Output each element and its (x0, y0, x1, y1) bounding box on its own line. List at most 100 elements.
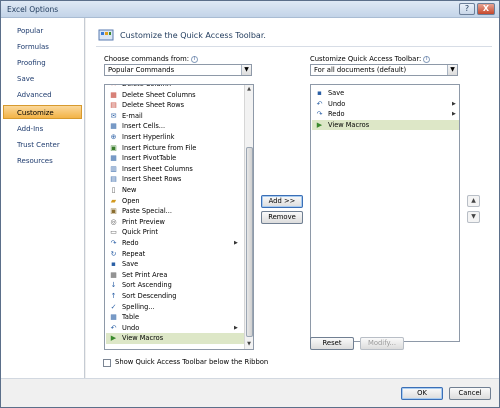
command-item-label: Sort Ascending (122, 281, 172, 290)
command-icon: ↷ (316, 110, 323, 119)
command-icon: ▦ (110, 313, 117, 322)
command-item-label: Undo (122, 323, 140, 332)
command-item[interactable]: ↷ Redo ▶ (106, 238, 244, 249)
command-icon: ▤ (110, 175, 117, 184)
scrollbar-thumb[interactable] (245, 147, 253, 337)
command-item[interactable]: ▦ Insert Cells... (106, 121, 244, 132)
sidebar-item-trust-center[interactable]: Trust Center (3, 138, 82, 152)
customize-toolbar-label: Customize Quick Access Toolbar: i (310, 55, 431, 63)
commands-list[interactable]: ✕ Delete Column ▦ Delete Sheet Columns ▤ Dele… (104, 84, 254, 350)
command-icon: ✕ (110, 84, 117, 88)
command-icon: ▣ (110, 207, 117, 216)
command-icon: ▶ (110, 334, 117, 343)
command-item-label: Delete Sheet Rows (122, 101, 185, 110)
command-item-label: Insert PivotTable (122, 154, 177, 163)
sidebar-item-advanced[interactable]: Advanced (3, 88, 82, 102)
excel-options-dialog: Excel Options ? X Popular Formulas Proof… (0, 0, 500, 408)
command-item[interactable]: ▤ Insert Sheet Rows (106, 174, 244, 185)
command-icon: ▪ (317, 89, 322, 97)
command-item-label: Open (122, 196, 140, 205)
command-icon: ✓ (110, 302, 117, 311)
modify-button[interactable]: Modify... (360, 337, 404, 350)
scroll-down-icon[interactable]: ▼ (245, 340, 253, 349)
customize-toolbar-dropdown[interactable]: For all documents (default) ▼ (310, 64, 458, 76)
move-down-button[interactable]: ▼ (467, 211, 480, 223)
command-icon: ⊕ (110, 133, 117, 141)
command-item[interactable]: ⊕ Insert Hyperlink (106, 132, 244, 143)
toolbar-command-item[interactable]: ↶ Undo ▶ (312, 99, 459, 110)
title-bar: Excel Options ? X (1, 1, 499, 18)
sidebar-item-save[interactable]: Save (3, 72, 82, 86)
toolbar-command-item[interactable]: ↷ Redo ▶ (312, 109, 459, 120)
command-icon: ◎ (110, 217, 117, 226)
choose-commands-dropdown[interactable]: Popular Commands ▼ (104, 64, 252, 76)
info-icon: i (423, 55, 431, 63)
command-item[interactable]: ↻ Repeat (106, 249, 244, 260)
command-item-label: Print Preview (122, 217, 165, 226)
chevron-down-icon[interactable]: ▼ (241, 65, 251, 75)
command-item[interactable]: ▶ View Macros (106, 333, 244, 344)
command-item[interactable]: ◎ Print Preview (106, 217, 244, 228)
add-button[interactable]: Add >> (261, 195, 303, 208)
command-item[interactable]: ✓ Spelling... (106, 302, 244, 313)
command-icon: ▥ (110, 164, 117, 173)
commands-list-scrollbar[interactable]: ▲ ▼ (244, 85, 253, 349)
customize-toolbar-text: Customize Quick Access Toolbar: (310, 55, 422, 63)
command-item[interactable]: ▯ New (106, 185, 244, 196)
help-button[interactable]: ? (459, 3, 475, 15)
toolbar-command-item-label: Undo (328, 99, 346, 108)
command-icon: ▣ (110, 143, 117, 152)
ok-button[interactable]: OK (401, 387, 443, 400)
choose-commands-value: Popular Commands (108, 66, 175, 74)
command-item[interactable]: ▥ Insert Sheet Columns (106, 164, 244, 175)
cancel-button[interactable]: Cancel (449, 387, 491, 400)
sidebar-item-add-ins[interactable]: Add-Ins (3, 122, 82, 136)
sidebar-item-popular[interactable]: Popular (3, 24, 82, 38)
command-icon: ▦ (110, 270, 117, 279)
scroll-up-icon[interactable]: ▲ (245, 85, 253, 94)
command-item[interactable]: ▪ Save (106, 259, 244, 270)
command-item[interactable]: ▦ Insert PivotTable (106, 153, 244, 164)
sidebar-item-formulas[interactable]: Formulas (3, 40, 82, 54)
move-up-button[interactable]: ▲ (467, 195, 480, 207)
command-item[interactable]: ▰ Open (106, 196, 244, 207)
close-button[interactable]: X (477, 3, 495, 15)
command-item[interactable]: ▦ Delete Sheet Columns (106, 90, 244, 101)
command-item[interactable]: ↶ Undo ▶ (106, 323, 244, 334)
sidebar-item-proofing[interactable]: Proofing (3, 56, 82, 70)
command-item-label: Redo (122, 239, 139, 247)
command-item[interactable]: ▣ Insert Picture from File (106, 143, 244, 154)
customize-panel: Customize the Quick Access Toolbar. Choo… (86, 18, 499, 378)
command-icon: ✉ (110, 111, 117, 120)
reset-button[interactable]: Reset (310, 337, 354, 350)
remove-button[interactable]: Remove (261, 211, 303, 224)
chevron-down-icon[interactable]: ▼ (447, 65, 457, 75)
command-item[interactable]: ↑ Sort Descending (106, 291, 244, 302)
command-item[interactable]: ▣ Paste Special... (106, 206, 244, 217)
command-item[interactable]: ▭ Quick Print (106, 227, 244, 238)
show-below-ribbon-checkbox[interactable] (103, 359, 111, 367)
submenu-arrow-icon: ▶ (234, 324, 238, 331)
page-title: Customize the Quick Access Toolbar. (120, 31, 266, 40)
command-item-label: Insert Sheet Rows (122, 175, 182, 184)
command-icon: ↑ (110, 292, 117, 300)
command-item[interactable]: ✉ E-mail (106, 111, 244, 122)
command-item-label: Table (122, 313, 140, 322)
command-icon: ▦ (110, 90, 117, 99)
sidebar-item-customize[interactable]: Customize (3, 105, 82, 119)
command-item[interactable]: ▦ Set Print Area (106, 270, 244, 281)
toolbar-command-item[interactable]: ▶ View Macros (312, 119, 459, 131)
command-item[interactable]: ▤ Delete Sheet Rows (106, 100, 244, 111)
command-item[interactable]: ▦ Table (106, 312, 244, 323)
toolbar-command-item[interactable]: ▪ Save (312, 88, 459, 99)
command-item[interactable]: ↓ Sort Ascending (106, 280, 244, 291)
command-item-label: Insert Cells... (122, 122, 166, 131)
command-item-label: Paste Special... (122, 207, 172, 216)
command-item-label: View Macros (122, 334, 164, 343)
command-icon: ▶ (316, 120, 323, 129)
command-icon: ▰ (110, 196, 117, 205)
command-icon: ▪ (111, 260, 116, 269)
sidebar-item-resources[interactable]: Resources (3, 154, 82, 168)
toolbar-command-item-label: View Macros (328, 120, 370, 129)
toolbar-commands-list[interactable]: ▪ Save ↶ Undo ▶ ↷ Redo ▶ ▶ View Macros (310, 84, 460, 342)
